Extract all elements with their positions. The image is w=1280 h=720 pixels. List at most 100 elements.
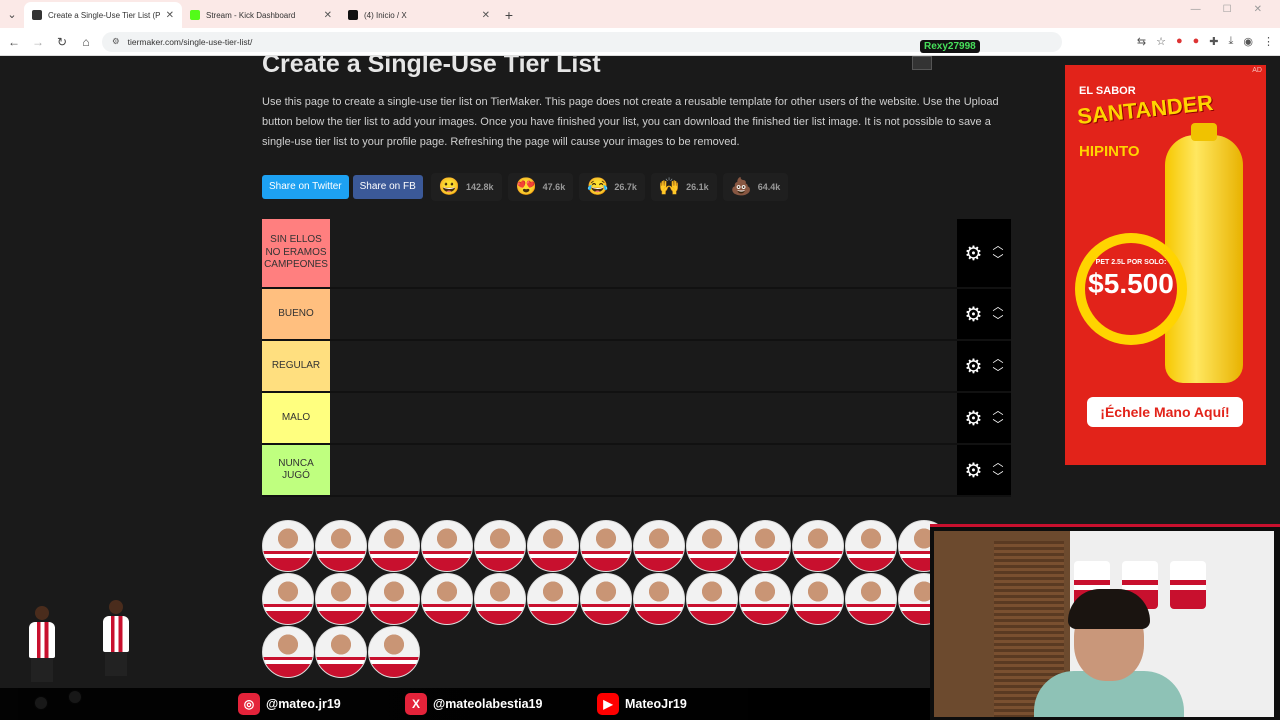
tier-controls: ⚙ ︿ ﹀ [957, 393, 1011, 443]
home-icon[interactable]: ⌂ [74, 35, 98, 49]
chevron-down-icon[interactable]: ﹀ [992, 420, 1003, 431]
share-row: Share on Twitter Share on FB 😀 142.8k 😍 4… [262, 173, 789, 201]
back-icon[interactable]: ← [2, 35, 26, 49]
reload-icon[interactable]: ↻ [50, 35, 74, 49]
player-image[interactable] [315, 626, 367, 678]
laugh-emoji-icon: 😂 [587, 177, 609, 196]
player-image[interactable] [792, 520, 844, 572]
player-image[interactable] [580, 520, 632, 572]
player-image[interactable] [421, 573, 473, 625]
close-tab-icon[interactable]: ✕ [324, 10, 332, 21]
pool-row [262, 520, 962, 572]
viewer-name-tag: Rexy27998 [920, 40, 980, 53]
close-tab-icon[interactable]: ✕ [166, 10, 174, 21]
translate-icon[interactable]: ⇆ [1137, 35, 1146, 48]
browser-tab[interactable]: Stream - Kick Dashboard ✕ [182, 2, 340, 28]
chevron-up-icon[interactable]: ︿ [992, 241, 1003, 252]
tier-label[interactable]: NUNCA JUGÓ [262, 445, 330, 495]
chevron-up-icon[interactable]: ︿ [992, 458, 1003, 469]
reaction-button[interactable]: 💩 64.4k [722, 173, 789, 201]
player-image[interactable] [686, 520, 738, 572]
reaction-button[interactable]: 🙌 26.1k [650, 173, 717, 201]
tab-search-icon[interactable]: ⌄ [0, 0, 24, 28]
player-image[interactable] [845, 520, 897, 572]
reaction-button[interactable]: 😀 142.8k [430, 173, 502, 201]
player-image[interactable] [686, 573, 738, 625]
chevron-down-icon[interactable]: ﹀ [992, 316, 1003, 327]
player-image[interactable] [633, 520, 685, 572]
advertisement[interactable]: AD EL SABOR SANTANDER HIPINTO PET 2.5L P… [1065, 65, 1266, 465]
player-image[interactable] [474, 520, 526, 572]
player-image[interactable] [739, 573, 791, 625]
player-image[interactable] [315, 573, 367, 625]
profile-avatar-icon[interactable]: ◉ [1243, 35, 1253, 48]
tier-drop-zone[interactable] [330, 289, 957, 339]
player-image[interactable] [262, 573, 314, 625]
tier-label[interactable]: SIN ELLOS NO ERAMOS CAMPEONES [262, 219, 330, 287]
close-tab-icon[interactable]: ✕ [482, 10, 490, 21]
player-image[interactable] [580, 573, 632, 625]
chevron-up-icon[interactable]: ︿ [992, 302, 1003, 313]
kick-icon [190, 10, 200, 20]
player-image[interactable] [262, 626, 314, 678]
tier-label-text: REGULAR [271, 359, 321, 371]
player-image[interactable] [315, 520, 367, 572]
browser-tab[interactable]: (4) Inicio / X ✕ [340, 2, 498, 28]
browser-tab[interactable]: Create a Single-Use Tier List (P ✕ [24, 2, 182, 28]
site-info-icon[interactable]: ⚙ [112, 36, 120, 47]
player-image[interactable] [262, 520, 314, 572]
new-tab-button[interactable]: + [498, 7, 520, 23]
forward-icon[interactable]: → [26, 35, 50, 49]
raised-hands-emoji-icon: 🙌 [658, 177, 681, 196]
extension-2-icon[interactable]: ● [1193, 35, 1200, 48]
player-image[interactable] [845, 573, 897, 625]
share-twitter-button[interactable]: Share on Twitter [262, 175, 349, 199]
extension-icon[interactable]: ● [1176, 35, 1183, 48]
tier-label-text: SIN ELLOS NO ERAMOS CAMPEONES [264, 234, 328, 271]
player-image[interactable] [421, 520, 473, 572]
chevron-up-icon[interactable]: ︿ [992, 406, 1003, 417]
gear-icon[interactable]: ⚙ [965, 241, 983, 266]
tier-drop-zone[interactable] [330, 393, 957, 443]
player-image[interactable] [474, 573, 526, 625]
ad-cta-button[interactable]: ¡Échele Mano Aquí! [1087, 397, 1243, 427]
toolbar-icons: ⇆ ☆ ● ● ✚ ⤓ ◉ ⋮ [1137, 35, 1274, 48]
extensions-puzzle-icon[interactable]: ✚ [1209, 35, 1218, 48]
reaction-button[interactable]: 😂 26.7k [579, 173, 645, 201]
gear-icon[interactable]: ⚙ [965, 302, 983, 327]
player-image[interactable] [527, 520, 579, 572]
player-image[interactable] [527, 573, 579, 625]
url-input[interactable]: ⚙ tiermaker.com/single-use-tier-list/ [102, 31, 1062, 52]
player-image[interactable] [368, 626, 420, 678]
tier-drop-zone[interactable] [330, 219, 957, 287]
gear-icon[interactable]: ⚙ [965, 458, 983, 483]
player-image[interactable] [739, 520, 791, 572]
instagram-icon: ◎ [238, 693, 260, 715]
player-image[interactable] [792, 573, 844, 625]
download-icon[interactable]: ⤓ [1229, 35, 1234, 48]
maximize-icon[interactable]: ☐ [1223, 4, 1232, 15]
minimize-icon[interactable]: — [1191, 4, 1201, 15]
chevron-up-icon[interactable]: ︿ [992, 354, 1003, 365]
player-image[interactable] [633, 573, 685, 625]
streamer-hair [1068, 589, 1150, 629]
chevron-down-icon[interactable]: ﹀ [992, 368, 1003, 379]
chevron-down-icon[interactable]: ﹀ [992, 255, 1003, 266]
chevron-down-icon[interactable]: ﹀ [992, 472, 1003, 483]
share-fb-button[interactable]: Share on FB [352, 175, 423, 199]
tier-label[interactable]: BUENO [262, 289, 330, 339]
tier-drop-zone[interactable] [330, 341, 957, 391]
tier-drop-zone[interactable] [330, 445, 957, 495]
player-image[interactable] [368, 573, 420, 625]
bookmark-star-icon[interactable]: ☆ [1156, 35, 1166, 48]
reaction-button[interactable]: 😍 47.6k [507, 173, 574, 201]
reaction-count: 142.8k [465, 182, 494, 192]
tier-label[interactable]: MALO [262, 393, 330, 443]
tier-label[interactable]: REGULAR [262, 341, 330, 391]
menu-kebab-icon[interactable]: ⋮ [1263, 35, 1274, 48]
reaction-count: 47.6k [542, 182, 566, 192]
close-window-icon[interactable]: ✕ [1254, 4, 1262, 15]
gear-icon[interactable]: ⚙ [965, 406, 983, 431]
gear-icon[interactable]: ⚙ [965, 354, 983, 379]
player-image[interactable] [368, 520, 420, 572]
